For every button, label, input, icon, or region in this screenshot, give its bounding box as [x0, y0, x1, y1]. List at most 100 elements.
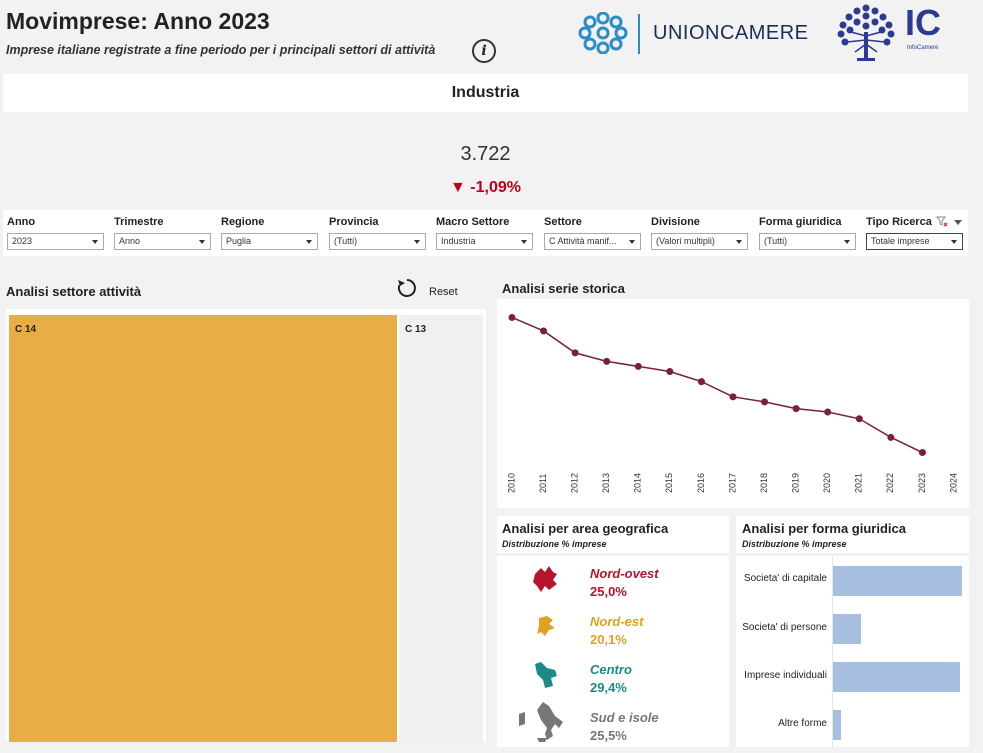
- trimestre-select[interactable]: Anno: [114, 233, 211, 250]
- legal-form-panel-title: Analisi per forma giuridica: [742, 521, 906, 536]
- clear-filter-icon[interactable]: [936, 216, 948, 228]
- tipo-ricerca-select[interactable]: Totale imprese: [866, 233, 963, 250]
- geo-panel: Nord-ovest 25,0% Nord-est 20,1% Centro 2…: [497, 556, 729, 747]
- data-point[interactable]: [761, 398, 769, 406]
- x-tick-label: 2013: [601, 473, 611, 493]
- filter-label: Forma giuridica: [759, 216, 842, 228]
- geo-panel-subtitle: Distribuzione % imprese: [502, 539, 607, 549]
- anno-select[interactable]: 2023: [7, 233, 104, 250]
- legal-form-label: Societa' di persone: [742, 622, 827, 633]
- nord-est-map-icon[interactable]: [535, 614, 557, 640]
- legal-form-label: Societa' di capitale: [743, 573, 827, 584]
- data-point[interactable]: [634, 362, 642, 370]
- ic-label: IC: [905, 2, 941, 43]
- x-tick-label: 2020: [822, 473, 832, 493]
- x-tick-label: 2015: [664, 473, 674, 493]
- geo-item-sud-isole[interactable]: Sud e isole 25,5%: [590, 710, 659, 743]
- legal-form-bar[interactable]: [833, 566, 962, 596]
- treemap-tile-label: C 14: [15, 324, 37, 335]
- info-icon[interactable]: i: [472, 39, 496, 63]
- geo-item-nord-ovest[interactable]: Nord-ovest 25,0%: [590, 566, 659, 599]
- data-point[interactable]: [666, 367, 674, 375]
- filter-forma-giuridica: Forma giuridica (Tutti): [759, 216, 856, 250]
- geo-area-value: 25,5%: [590, 728, 627, 743]
- unioncamere-logo: [578, 12, 628, 54]
- geo-panel-header: Analisi per area geografica Distribuzion…: [497, 516, 729, 553]
- regione-select[interactable]: Puglia: [221, 233, 318, 250]
- filter-tipo-ricerca: Tipo Ricerca Totale imprese: [866, 216, 963, 250]
- tipo-ricerca-menu-icon[interactable]: [954, 220, 962, 225]
- ic-sublabel: InfoCamere: [907, 45, 939, 51]
- legal-form-bar[interactable]: [833, 614, 861, 644]
- data-point[interactable]: [855, 415, 863, 423]
- x-tick-label: 2014: [633, 473, 643, 493]
- data-point[interactable]: [887, 433, 895, 441]
- data-point[interactable]: [918, 449, 926, 457]
- divisione-select[interactable]: (Valori multipli): [651, 233, 748, 250]
- legal-form-label: Altre forme: [778, 718, 827, 729]
- geo-area-name: Nord-ovest: [590, 566, 659, 581]
- data-point[interactable]: [508, 313, 516, 321]
- sud-isole-map-icon[interactable]: [517, 700, 567, 744]
- filter-macro-settore: Macro Settore Industria: [436, 216, 533, 250]
- filter-label: Tipo Ricerca: [866, 216, 932, 228]
- data-point[interactable]: [571, 349, 579, 357]
- data-point[interactable]: [603, 357, 611, 365]
- filter-bar: Anno 2023 Trimestre Anno Regione Puglia …: [3, 210, 968, 256]
- treemap-tile-label: C 13: [405, 324, 427, 335]
- x-tick-label: 2021: [854, 473, 864, 493]
- geo-area-name: Sud e isole: [590, 710, 659, 725]
- filter-settore: Settore C Attività manif...: [544, 216, 641, 250]
- data-point[interactable]: [824, 408, 832, 416]
- kpi-sector-title: Industria: [3, 74, 968, 112]
- legal-form-panel-subtitle: Distribuzione % imprese: [742, 539, 847, 549]
- x-tick-label: 2017: [727, 473, 737, 493]
- x-tick-label: 2019: [791, 473, 801, 493]
- legal-form-bar[interactable]: [833, 662, 960, 692]
- provincia-select[interactable]: (Tutti): [329, 233, 426, 250]
- geo-area-name: Centro: [590, 662, 632, 677]
- reset-icon[interactable]: [396, 277, 418, 299]
- nord-ovest-map-icon[interactable]: [531, 564, 559, 594]
- geo-item-centro[interactable]: Centro 29,4%: [590, 662, 632, 695]
- geo-area-value: 20,1%: [590, 632, 627, 647]
- x-tick-label: 2022: [885, 473, 895, 493]
- geo-item-nord-est[interactable]: Nord-est 20,1%: [590, 614, 643, 647]
- legal-form-bar[interactable]: [833, 710, 841, 740]
- filter-divisione: Divisione (Valori multipli): [651, 216, 748, 250]
- x-tick-label: 2023: [917, 473, 927, 493]
- data-point[interactable]: [729, 393, 737, 401]
- filter-label: Anno: [7, 216, 36, 228]
- geo-area-name: Nord-est: [590, 614, 644, 629]
- centro-map-icon[interactable]: [533, 660, 559, 690]
- timeseries-panel-title: Analisi serie storica: [502, 281, 625, 296]
- filter-label: Regione: [221, 216, 265, 228]
- data-point[interactable]: [697, 378, 705, 386]
- sector-treemap: C 14 C 13: [6, 309, 486, 742]
- data-point[interactable]: [540, 327, 548, 335]
- legal-form-panel-header: Analisi per forma giuridica Distribuzion…: [736, 516, 969, 553]
- page-title: Movimprese: Anno 2023: [6, 8, 270, 34]
- unioncamere-label: UNIONCAMERE: [653, 22, 809, 44]
- geo-area-value: 29,4%: [590, 680, 627, 695]
- reset-button[interactable]: Reset: [429, 286, 458, 298]
- settore-select[interactable]: C Attività manif...: [544, 233, 641, 250]
- kpi-value: 3.722: [460, 143, 511, 165]
- page-subtitle: Imprese italiane registrate a fine perio…: [6, 43, 436, 57]
- series-line: [511, 316, 923, 454]
- macro-settore-select[interactable]: Industria: [436, 233, 533, 250]
- forma-giuridica-select[interactable]: (Tutti): [759, 233, 856, 250]
- geo-area-value: 25,0%: [590, 584, 627, 599]
- filter-provincia: Provincia (Tutti): [329, 216, 426, 250]
- treemap-tile-c14[interactable]: C 14: [9, 315, 397, 742]
- legal-form-label: Imprese individuali: [744, 670, 827, 681]
- treemap-tile-c13[interactable]: C 13: [399, 315, 483, 742]
- x-tick-label: 2024: [948, 473, 958, 493]
- x-tick-label: 2016: [696, 473, 706, 493]
- x-tick-label: 2011: [538, 474, 548, 493]
- timeseries-chart: 2010 2011 2012 2013 2014 2015 2016 2017 2018 2019…: [506, 313, 958, 493]
- infocamere-logo: [837, 4, 895, 61]
- filter-label: Provincia: [329, 216, 379, 228]
- data-point[interactable]: [792, 405, 800, 413]
- geo-panel-title: Analisi per area geografica: [502, 521, 669, 536]
